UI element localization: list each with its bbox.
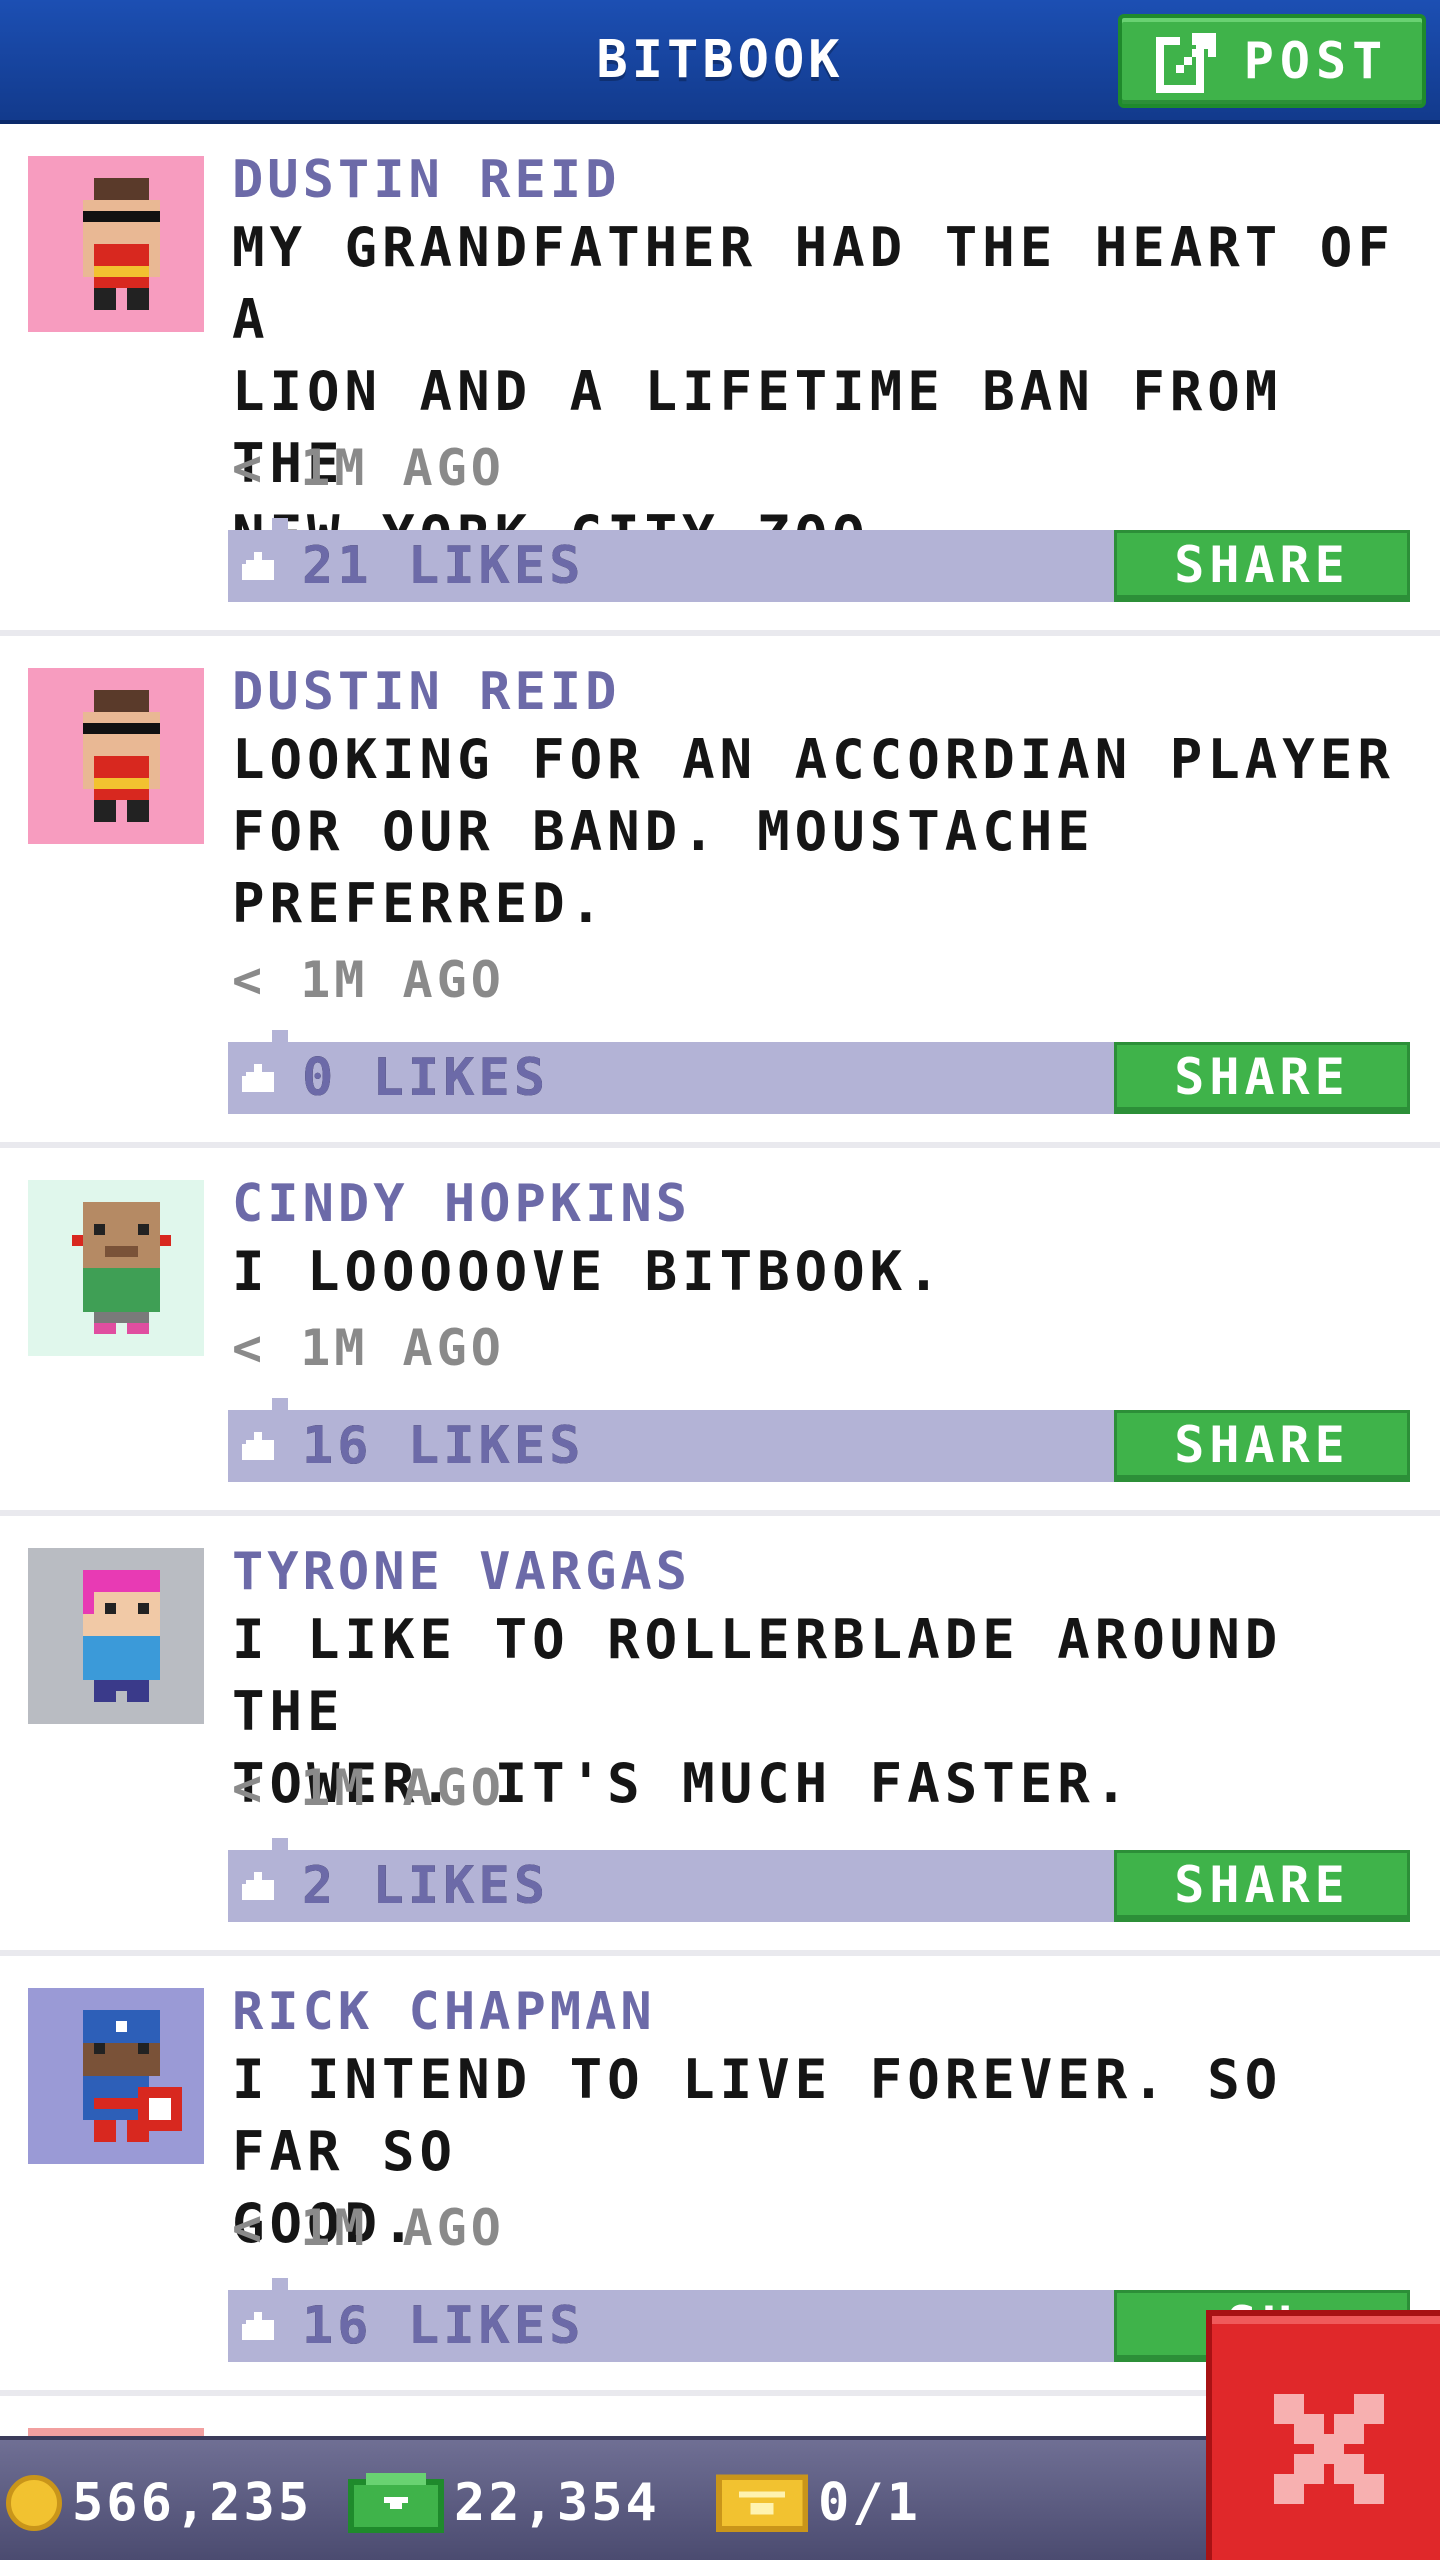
feed-post: CINDY HOPKINS I LOOOOOVE BITBOOK. < 1M A… xyxy=(0,1152,1440,1516)
bald-avatar[interactable] xyxy=(28,1180,204,1356)
likes-count: 16 LIKES xyxy=(302,2296,585,2356)
post-time: < 1M AGO xyxy=(232,2199,505,2257)
post-author: RICK CHAPMAN xyxy=(232,1982,656,2042)
post-message: LOOKING FOR AN ACCORDIAN PLAYER FOR OUR … xyxy=(232,728,1395,935)
likes-bar: 21 LIKES SHARE xyxy=(228,518,1410,602)
coins-stat: 566,235 xyxy=(6,2468,312,2538)
bitbook-feed[interactable]: DUSTIN REID MY GRANDFATHER HAD THE HEART… xyxy=(0,128,1440,2436)
edit-icon xyxy=(1155,33,1216,93)
top-bar: BITBOOK POST xyxy=(0,0,1440,124)
post-button[interactable]: POST xyxy=(1118,14,1426,108)
ticket-icon xyxy=(716,2474,808,2532)
tickets-stat: 0/1 xyxy=(716,2468,921,2538)
thumbs-up-icon[interactable] xyxy=(242,1872,278,1900)
thumbs-up-icon[interactable] xyxy=(242,1064,278,1092)
feed-post: DUSTIN REID LOOKING FOR AN ACCORDIAN PLA… xyxy=(0,640,1440,1148)
post-author: TYRONE VARGAS xyxy=(232,1542,691,1602)
likes-count: 16 LIKES xyxy=(302,1416,585,1476)
post-time: < 1M AGO xyxy=(232,951,505,1009)
close-icon xyxy=(1274,2394,1384,2504)
post-time: < 1M AGO xyxy=(232,439,505,497)
partial-avatar[interactable] xyxy=(28,2428,204,2436)
feed-post: TYRONE VARGAS I LIKE TO ROLLERBLADE AROU… xyxy=(0,1520,1440,1956)
post-message: I LOOOOOVE BITBOOK. xyxy=(232,1240,945,1303)
feed-post: DUSTIN REID MY GRANDFATHER HAD THE HEART… xyxy=(0,128,1440,636)
thumbs-up-icon[interactable] xyxy=(242,552,278,580)
likes-count: 2 LIKES xyxy=(302,1856,550,1916)
share-button[interactable]: SHARE xyxy=(1114,530,1410,602)
likes-count: 21 LIKES xyxy=(302,536,585,596)
post-author: DUSTIN REID xyxy=(232,662,621,722)
post-author: CINDY HOPKINS xyxy=(232,1174,691,1234)
coins-value: 566,235 xyxy=(72,2473,313,2533)
bux-value: 22,354 xyxy=(454,2473,660,2533)
bandit-avatar[interactable] xyxy=(28,156,204,332)
coin-icon xyxy=(6,2475,62,2531)
share-button[interactable]: SHARE xyxy=(1114,1410,1410,1482)
likes-bar: 0 LIKES SHARE xyxy=(228,1030,1410,1114)
close-button[interactable] xyxy=(1206,2310,1440,2560)
captain-avatar[interactable] xyxy=(28,1988,204,2164)
pink-hair-avatar[interactable] xyxy=(28,1548,204,1724)
thumbs-up-icon[interactable] xyxy=(242,1432,278,1460)
bandit-avatar[interactable] xyxy=(28,668,204,844)
post-label: POST xyxy=(1243,32,1389,90)
share-button[interactable]: SHARE xyxy=(1114,1850,1410,1922)
bux-stat: 22,354 xyxy=(348,2468,660,2538)
likes-bar: 16 LIKES SHARE xyxy=(228,1398,1410,1482)
post-author: DUSTIN REID xyxy=(232,150,621,210)
likes-count: 0 LIKES xyxy=(302,1048,550,1108)
post-time: < 1M AGO xyxy=(232,1759,505,1817)
share-button[interactable]: SHARE xyxy=(1114,1042,1410,1114)
tickets-value: 0/1 xyxy=(818,2473,921,2533)
post-message: MY GRANDFATHER HAD THE HEART OF A LION A… xyxy=(232,216,1395,567)
likes-bar: 2 LIKES SHARE xyxy=(228,1838,1410,1922)
thumbs-up-icon[interactable] xyxy=(242,2312,278,2340)
cash-icon xyxy=(348,2473,444,2533)
post-time: < 1M AGO xyxy=(232,1319,505,1377)
